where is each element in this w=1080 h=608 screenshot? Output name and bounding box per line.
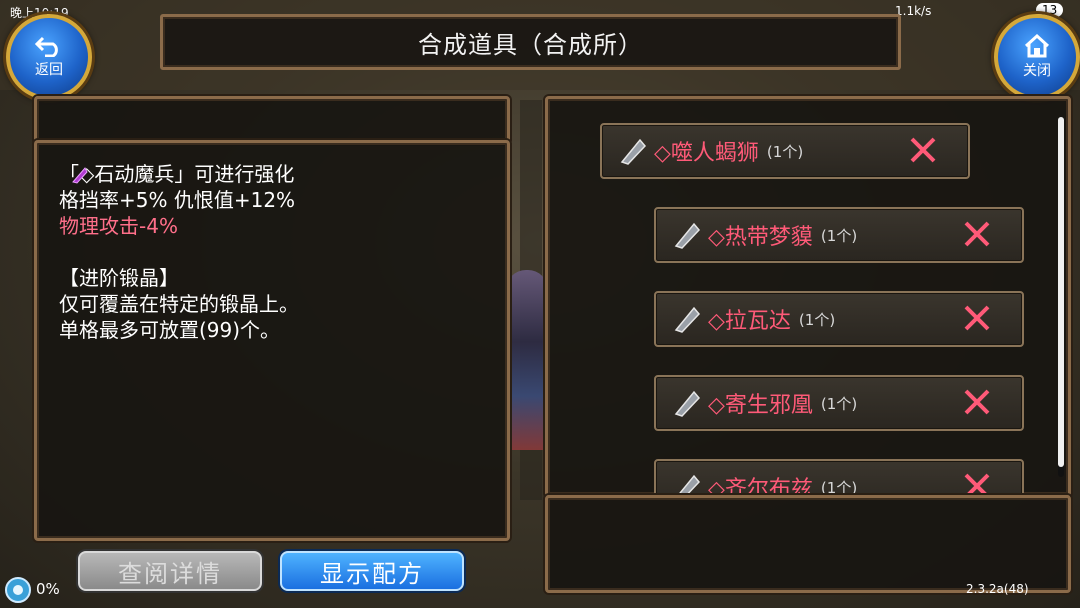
list-item[interactable]: ◇寄生邪凰 (1个) (654, 375, 1024, 431)
material-qty: (1个) (766, 142, 804, 161)
item-rule-1: 仅可覆盖在特定的锻晶上。 (59, 292, 299, 316)
remove-icon[interactable] (906, 133, 940, 167)
list-item[interactable]: ◇拉瓦达 (1个) (654, 291, 1024, 347)
remove-icon[interactable] (960, 385, 994, 419)
item-description: 「◇石动魔兵」可进行强化 格挡率+5% 仇恨值+12% 物理攻击-4% 【进阶锻… (59, 161, 299, 343)
page-title: 合成道具（合成所） (418, 30, 643, 59)
info-panel-header (34, 96, 510, 144)
crystal-icon (674, 222, 701, 249)
material-name: ◇热带梦貘 (708, 225, 813, 250)
scrollbar-thumb[interactable] (1058, 117, 1064, 467)
purple-crystal-icon (72, 167, 88, 184)
list-item[interactable]: ◇齐尔布兹 (1个) (654, 459, 1024, 497)
material-qty: (1个) (820, 226, 858, 245)
stat-line-penalty: 物理攻击-4% (59, 214, 178, 238)
material-qty: (1个) (798, 310, 836, 329)
crystal-icon (678, 474, 701, 494)
loading-orb-icon (5, 577, 31, 603)
progress-text: 0% (36, 580, 60, 598)
close-button-label: 关闭 (1023, 63, 1051, 79)
remove-icon[interactable] (960, 301, 994, 335)
item-info-panel: 「◇石动魔兵」可进行强化 格挡率+5% 仇恨值+12% 物理攻击-4% 【进阶锻… (34, 140, 510, 541)
crystal-icon (620, 138, 647, 165)
material-qty: (1个) (820, 394, 858, 413)
list-item[interactable]: ◇噬人蝎狮 (1个) (600, 123, 970, 179)
material-qty: (1个) (820, 478, 858, 497)
title-bar: 合成道具（合成所） (160, 14, 901, 70)
show-recipe-button[interactable]: 显示配方 (280, 551, 464, 591)
list-item[interactable]: ◇热带梦貘 (1个) (654, 207, 1024, 263)
list-scrollbar[interactable] (1058, 117, 1064, 477)
crystal-icon (674, 390, 701, 417)
material-name: ◇齐尔布兹 (708, 477, 813, 497)
material-name: ◇噬人蝎狮 (654, 141, 759, 166)
material-list-panel[interactable]: ◇噬人蝎狮 (1个) ◇热带梦貘 (1个) ◇拉瓦达 (1个) ◇寄生邪凰 (1… (545, 96, 1071, 497)
material-name: ◇寄生邪凰 (708, 393, 813, 418)
item-enhance-line: 「◇石动魔兵」可进行强化 (59, 162, 295, 186)
character-sprite (506, 270, 548, 450)
back-button[interactable]: 返回 (6, 14, 92, 100)
remove-icon[interactable] (960, 469, 994, 497)
home-icon (1024, 34, 1050, 58)
material-name: ◇拉瓦达 (708, 309, 791, 334)
view-details-button[interactable]: 查阅详情 (78, 551, 262, 591)
recipe-result-panel (545, 495, 1071, 593)
crystal-icon (674, 306, 701, 333)
back-button-label: 返回 (35, 62, 63, 78)
stat-line-bonus: 格挡率+5% 仇恨值+12% (59, 188, 296, 212)
version-text: 2.3.2a(48) (966, 582, 1029, 596)
close-button[interactable]: 关闭 (994, 14, 1080, 100)
item-category: 【进阶锻晶】 (59, 266, 179, 290)
back-arrow-icon (35, 36, 58, 57)
remove-icon[interactable] (960, 217, 994, 251)
item-rule-2: 单格最多可放置(99)个。 (59, 318, 281, 342)
